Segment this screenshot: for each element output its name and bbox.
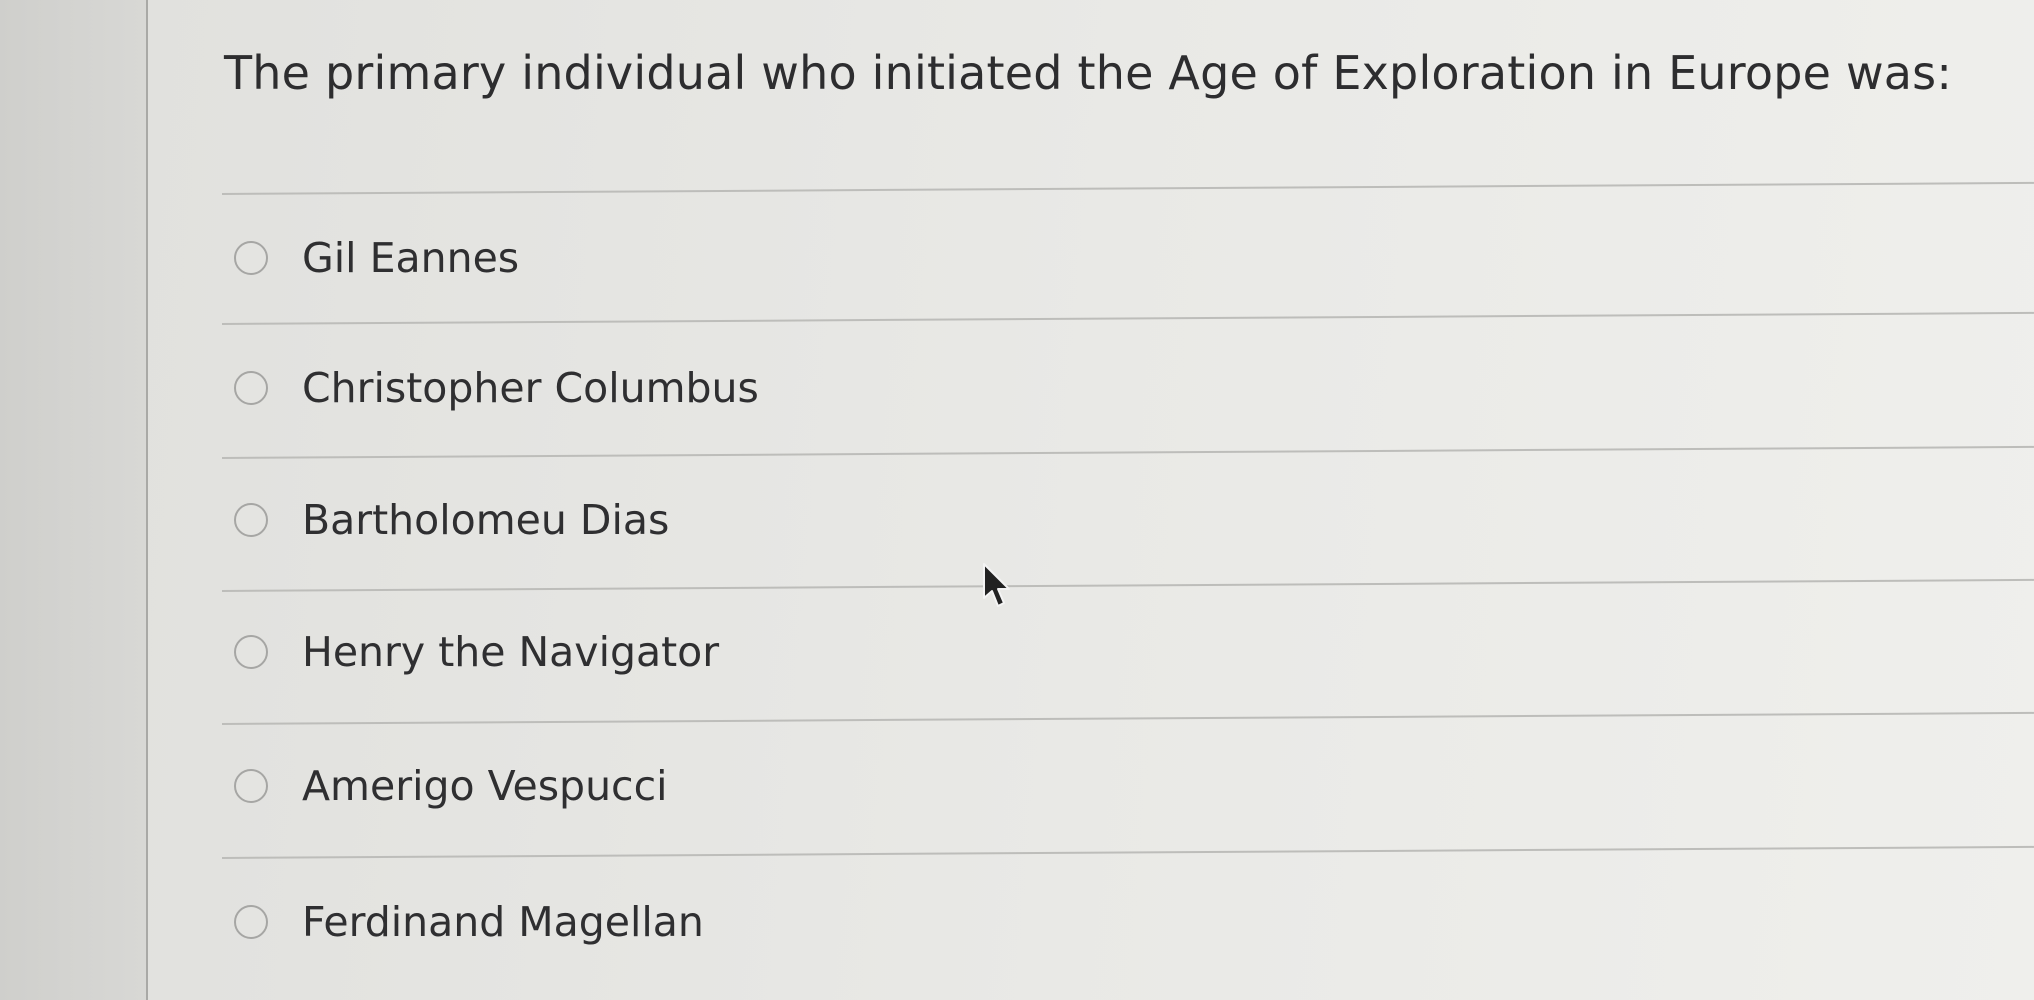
- radio-button-icon[interactable]: [234, 905, 268, 939]
- radio-button-icon[interactable]: [234, 503, 268, 537]
- radio-button-icon[interactable]: [234, 241, 268, 275]
- left-margin: [0, 0, 146, 1000]
- quiz-screen: The primary individual who initiated the…: [0, 0, 2034, 1000]
- question-text: The primary individual who initiated the…: [224, 46, 1953, 100]
- option-amerigo-vespucci[interactable]: Amerigo Vespucci: [234, 756, 668, 816]
- option-label: Amerigo Vespucci: [302, 762, 668, 810]
- option-label: Henry the Navigator: [302, 628, 720, 676]
- mouse-pointer-icon: [983, 563, 1010, 607]
- radio-button-icon[interactable]: [234, 635, 268, 669]
- option-gil-eannes[interactable]: Gil Eannes: [234, 228, 519, 288]
- radio-button-icon[interactable]: [234, 769, 268, 803]
- option-henry-the-navigator[interactable]: Henry the Navigator: [234, 622, 719, 682]
- option-bartholomeu-dias[interactable]: Bartholomeu Dias: [234, 490, 669, 550]
- option-label: Christopher Columbus: [302, 364, 759, 412]
- option-christopher-columbus[interactable]: Christopher Columbus: [234, 358, 759, 418]
- radio-button-icon[interactable]: [234, 371, 268, 405]
- option-label: Gil Eannes: [302, 234, 520, 282]
- option-label: Ferdinand Magellan: [302, 898, 704, 946]
- option-label: Bartholomeu Dias: [302, 496, 670, 544]
- option-ferdinand-magellan[interactable]: Ferdinand Magellan: [234, 892, 704, 952]
